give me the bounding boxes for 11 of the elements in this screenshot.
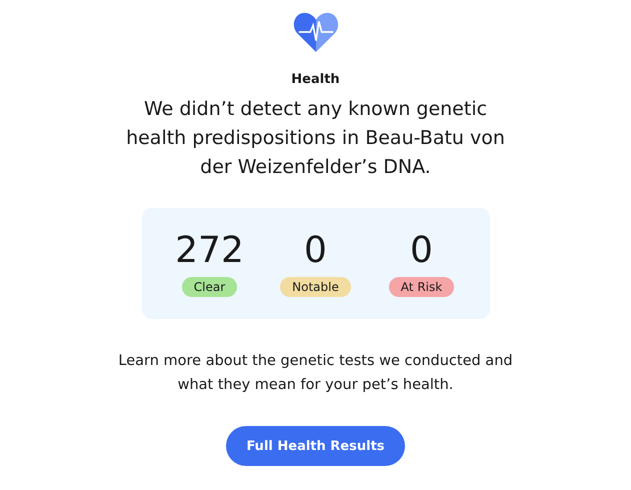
description: Learn more about the genetic tests we conducted and what they mean for your pet’s health. — [117, 352, 514, 395]
section-title: Health — [291, 72, 340, 87]
status-tag: Notable — [280, 276, 351, 296]
stat-count: 0 — [304, 230, 327, 270]
stat-count: 0 — [410, 230, 433, 270]
status-tag: At Risk — [388, 276, 454, 296]
stat-count: 272 — [175, 230, 244, 270]
status-tag: Clear — [182, 276, 238, 296]
heart-icon — [292, 12, 338, 52]
headline: We didn’t detect any known genetic health predispositions in Beau-Batu von der Weizenfelder’s DNA. — [126, 97, 506, 180]
full-results-button[interactable]: Full Health Results — [226, 426, 405, 466]
